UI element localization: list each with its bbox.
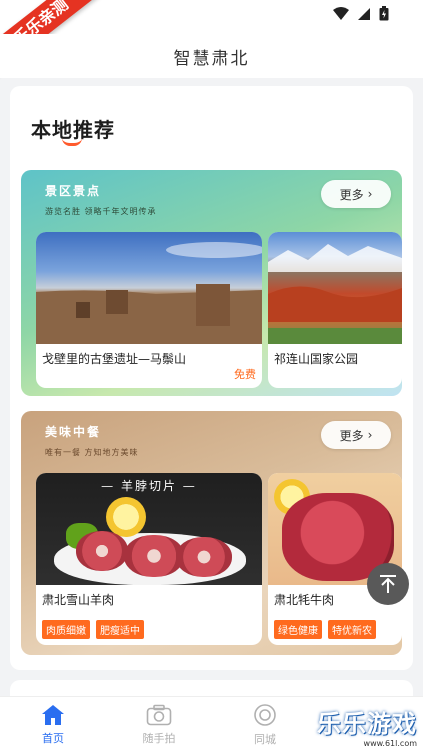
food-item-yak[interactable]: 肃北牦牛肉 绿色健康 特优新农 [268, 473, 402, 645]
tag-list: 肉质细嫩 肥瘦适中 [42, 620, 144, 639]
lamb-image: — 羊脖切片 — [36, 473, 262, 585]
tab-label: 随手拍 [142, 731, 176, 745]
food-more-button[interactable]: 更多 › [321, 421, 391, 449]
page-title: 智慧肃北 [173, 48, 250, 69]
scenic-panel-subtitle: 游览名胜 领略千年文明传承 [45, 207, 157, 216]
qilianshan-image [268, 232, 402, 344]
meat-shape [76, 531, 128, 571]
recommend-card: 本地推荐 景区景点 游览名胜 领略千年文明传承 更多 › 戈壁里的古堡遗址—马鬃… [10, 86, 413, 670]
tab-label: 首页 [42, 731, 64, 745]
food-panel-header: 美味中餐 唯有一餐 方知地方美味 [45, 423, 139, 458]
scenic-more-button[interactable]: 更多 › [321, 180, 391, 208]
tag: 肥瘦适中 [96, 620, 144, 639]
image-banner-text: — 羊脖切片 — [101, 479, 197, 493]
tag: 肉质细嫩 [42, 620, 90, 639]
wifi-icon [333, 6, 349, 20]
title-underline [62, 138, 82, 146]
status-icons [333, 6, 389, 21]
watermark-logo-text: 乐乐游戏 [317, 710, 417, 738]
item-name: 戈壁里的古堡遗址—马鬃山 [42, 352, 187, 366]
tab-label: 同城 [254, 732, 276, 746]
lemon-shape [106, 497, 146, 537]
watermark-logo-url: www.61l.com [363, 739, 417, 748]
tab-city[interactable]: 同城 [212, 697, 318, 752]
food-panel-subtitle: 唯有一餐 方知地方美味 [45, 448, 139, 457]
location-circle-icon [254, 703, 276, 726]
tag: 特优新农 [328, 620, 376, 639]
camera-icon [146, 704, 172, 725]
home-icon [42, 704, 64, 725]
scenic-item-mazongshan[interactable]: 戈壁里的古堡遗址—马鬃山 免费 [36, 232, 262, 388]
watermark-logo: 乐乐游戏 www.61l.com [317, 704, 417, 748]
back-to-top-button[interactable] [367, 563, 409, 605]
item-name: 祁连山国家公园 [274, 352, 359, 366]
meat-shape [124, 535, 184, 577]
item-name: 肃北雪山羊肉 [42, 593, 115, 607]
scenic-panel: 景区景点 游览名胜 领略千年文明传承 更多 › 戈壁里的古堡遗址—马鬃山 免费 [21, 170, 402, 396]
arrow-up-icon [380, 575, 396, 593]
battery-icon [379, 6, 389, 21]
item-name: 肃北牦牛肉 [274, 593, 335, 607]
scenic-panel-title: 景区景点 [45, 184, 102, 198]
meat-shape [176, 537, 232, 577]
chevron-right-icon: › [367, 428, 373, 442]
food-panel-title: 美味中餐 [45, 425, 102, 439]
food-item-lamb[interactable]: — 羊脖切片 — 肃北雪山羊肉 肉质细嫩 肥瘦适中 [36, 473, 262, 645]
more-label: 更多 [339, 428, 364, 443]
chevron-right-icon: › [367, 187, 373, 201]
signal-icon [358, 7, 370, 20]
tag-list: 绿色健康 特优新农 [274, 620, 376, 639]
scenic-item-qilianshan[interactable]: 祁连山国家公园 [268, 232, 402, 388]
mazongshan-image [36, 232, 262, 344]
more-label: 更多 [339, 187, 364, 202]
tag: 绿色健康 [274, 620, 322, 639]
scenic-panel-header: 景区景点 游览名胜 领略千年文明传承 [45, 182, 157, 217]
food-panel: 美味中餐 唯有一餐 方知地方美味 更多 › — 羊脖切片 — 肃北雪山羊肉 肉质… [21, 411, 402, 655]
tab-home[interactable]: 首页 [0, 697, 106, 752]
tab-photo[interactable]: 随手拍 [106, 697, 212, 752]
price-label: 免费 [234, 368, 256, 381]
app-header: 智慧肃北 [0, 34, 423, 78]
